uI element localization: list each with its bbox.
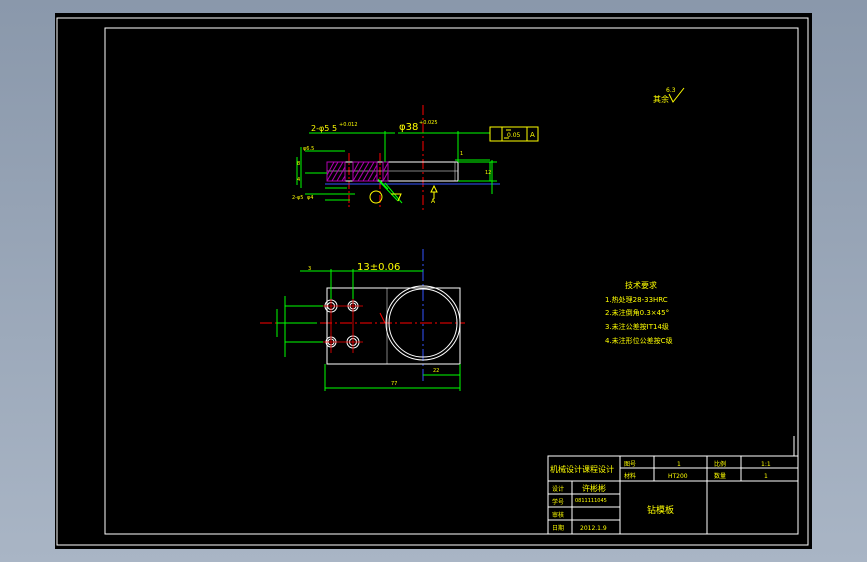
dim-overall-len: 77 [391,381,397,387]
roughness-note: 其余 6.3 [653,87,685,104]
tb-scale-label: 比例 [714,460,726,468]
drawing-sheet: 其余 6.3 0.05 A A 2-φ5 5 +0.012 φ38 +0.025… [56,17,809,546]
tb-date-label: 日期 [552,524,564,532]
tb-material: HT200 [668,473,688,480]
tb-drawing-no-label: 图号 [624,461,636,468]
tb-material-label: 材料 [624,472,636,480]
outer-frame [56,17,809,546]
dim-left-offset: 3 [308,266,311,272]
roughness-label: 其余 [653,94,669,104]
section-hatch [326,161,389,182]
tech-item: 1.热处理28-33HRC [605,295,668,304]
dim-small-c: 4 [297,177,300,183]
dim-center-dist: 13±0.06 [357,262,400,273]
tb-designer-label: 设计 [552,485,564,493]
tech-item: 2.未注倒角0.3×45° [605,308,669,317]
inner-frame [104,27,799,535]
fcf-datum: A [530,131,535,139]
dim-small-a: φ6.5 [303,146,314,152]
tb-date: 2012.1.9 [580,525,607,532]
dim-chamfer: 1 [460,151,463,157]
title-block: 机械设计课程设计 图号 1 比例 1:1 材料 HT200 数量 1 设计 许彬… [547,436,799,535]
datum-letter: A [431,198,436,205]
tb-scale: 1:1 [761,461,771,468]
tb-id-label: 学号 [552,498,564,506]
plan-holes [324,299,360,349]
tb-designer: 许彬彬 [582,483,606,493]
tech-title: 技术要求 [625,280,657,290]
tb-qty: 1 [764,473,768,480]
dim-partial-len: 22 [433,368,439,374]
tb-reviewer-label: 审核 [552,511,564,519]
roughness-value: 6.3 [666,87,676,94]
section-view: 0.05 A A 2-φ5 5 +0.012 φ38 +0.025 φ6.5 8… [292,105,539,211]
dim-hole-tol: +0.012 [339,122,358,128]
dim-bore: φ38 [399,122,418,133]
tech-item: 4.未注形位公差按C级 [605,336,673,345]
flatness-fcf: 0.05 A [458,126,539,142]
dim-holes: 2-φ5 [311,124,329,133]
dim-small-e: φ4 [307,195,313,201]
drawing-viewport[interactable]: 其余 6.3 0.05 A A 2-φ5 5 +0.012 φ38 +0.025… [55,13,812,549]
dim-thickness: 12 [485,170,491,176]
tb-id-no: 0811111045 [575,498,607,504]
dim-bore-tol: +0.025 [419,120,438,126]
dim-small-b: 8 [297,161,300,167]
tb-qty-label: 数量 [714,472,726,480]
plan-view: 13±0.06 3 77 22 [260,249,465,391]
dim-small-d: 2-φ5 [292,195,303,201]
datum-marker: A [430,184,438,205]
fcf-value: 0.05 [507,132,521,139]
tb-drawing-no: 1 [677,461,681,468]
tb-part-name: 钻模板 [647,504,674,516]
tech-requirements: 技术要求 1.热处理28-33HRC 2.未注倒角0.3×45° 3.未注公差按… [605,280,673,345]
tb-course: 机械设计课程设计 [550,464,614,474]
tech-item: 3.未注公差按IT14级 [605,322,669,331]
dim-hole-depth: 5 [332,124,337,133]
